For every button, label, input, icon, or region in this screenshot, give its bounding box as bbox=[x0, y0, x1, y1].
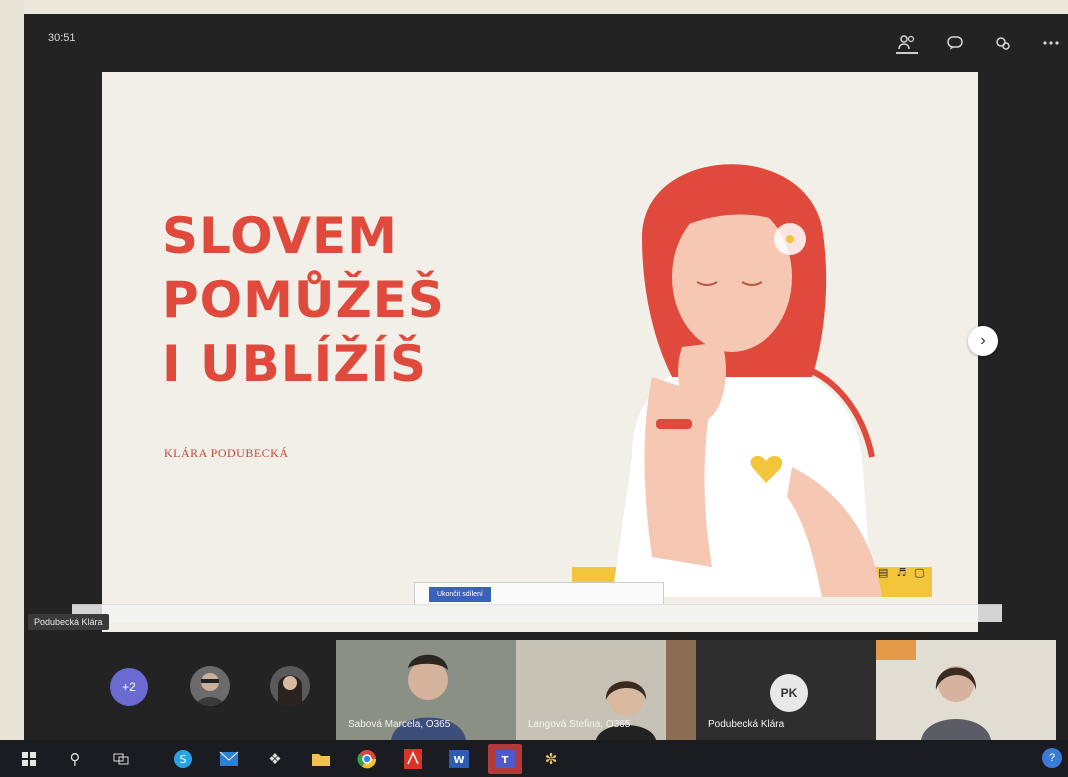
slide-title-line-2: POMŮŽEŠ bbox=[162, 271, 445, 329]
file-explorer-icon[interactable] bbox=[304, 744, 338, 774]
reactions-icon[interactable] bbox=[992, 32, 1014, 54]
participant-video-tile[interactable]: Langová Stefina, O365 bbox=[516, 640, 696, 740]
teams-meeting-window: 30:51 SLOVEM POMŮŽEŠ I UBLÍŽÍŠ KLÁRA POD… bbox=[24, 14, 1068, 744]
participant-name: Langová Stefina, O365 bbox=[528, 719, 631, 730]
help-icon[interactable]: ? bbox=[1042, 748, 1062, 768]
audio-icon[interactable]: ♬ bbox=[896, 566, 906, 579]
next-slide-button[interactable]: › bbox=[968, 326, 998, 356]
svg-text:S: S bbox=[180, 753, 187, 766]
windows-icon[interactable] bbox=[12, 744, 46, 774]
paint-icon[interactable]: ✼ bbox=[534, 744, 568, 774]
participant-avatar[interactable] bbox=[190, 666, 230, 706]
participant-initials-avatar: PK bbox=[770, 674, 808, 712]
fullscreen-icon[interactable]: ▢ bbox=[914, 566, 924, 579]
call-timer: 30:51 bbox=[48, 32, 76, 44]
participants-icon[interactable] bbox=[896, 32, 918, 54]
slide-title-line-3: I UBLÍŽÍŠ bbox=[162, 335, 428, 393]
mail-icon[interactable] bbox=[212, 744, 246, 774]
participant-name: Sabová Marcela, O365 bbox=[348, 719, 451, 730]
sharing-toolbar: Ukončit sdílení bbox=[414, 582, 664, 606]
presenter-name-tag: Podubecká Klára bbox=[28, 614, 109, 630]
chat-icon[interactable] bbox=[944, 32, 966, 54]
more-icon[interactable] bbox=[1040, 32, 1062, 54]
participant-tile[interactable]: PK Podubecká Klára bbox=[696, 640, 876, 740]
participants-strip: +2 Sabová Marcela, O365 Langová Stefina,… bbox=[24, 640, 1068, 740]
captions-icon[interactable]: ▤ bbox=[878, 566, 888, 579]
chevron-right-icon: › bbox=[980, 332, 986, 349]
photo-background-left bbox=[0, 0, 24, 777]
word-icon[interactable]: W bbox=[442, 744, 476, 774]
participant-video-tile[interactable] bbox=[876, 640, 1056, 740]
header-controls bbox=[896, 32, 1062, 54]
skype-icon[interactable]: S bbox=[166, 744, 200, 774]
slide-title-line-1: SLOVEM bbox=[162, 207, 398, 265]
girl-illustration bbox=[572, 164, 932, 597]
call-header: 30:51 bbox=[24, 14, 1068, 72]
slide-author: KLÁRA PODUBECKÁ bbox=[164, 446, 289, 460]
sharing-status-text bbox=[421, 591, 423, 598]
chrome-icon[interactable] bbox=[350, 744, 384, 774]
shared-presentation-slide: SLOVEM POMŮŽEŠ I UBLÍŽÍŠ KLÁRA PODUBECKÁ bbox=[102, 72, 978, 632]
stop-sharing-button[interactable]: Ukončit sdílení bbox=[428, 586, 491, 602]
teams-icon[interactable]: T bbox=[488, 743, 522, 774]
participant-video-tile[interactable]: Sabová Marcela, O365 bbox=[336, 640, 516, 740]
task-view-icon[interactable] bbox=[104, 744, 138, 774]
caption-bar bbox=[72, 604, 1002, 622]
slide-title: SLOVEM POMŮŽEŠ I UBLÍŽÍŠ bbox=[162, 204, 445, 396]
dropbox-icon[interactable]: ❖ bbox=[258, 744, 292, 774]
participant-avatar[interactable] bbox=[270, 666, 310, 706]
acrobat-icon[interactable] bbox=[396, 744, 430, 774]
svg-text:T: T bbox=[502, 755, 509, 766]
windows-taskbar: ⚲ S ❖ W T ✼ ? bbox=[0, 740, 1068, 777]
presentation-tools: ▤ ♬ ▢ bbox=[878, 566, 925, 579]
search-icon[interactable]: ⚲ bbox=[58, 744, 92, 774]
more-participants-badge[interactable]: +2 bbox=[110, 668, 148, 706]
participant-name: Podubecká Klára bbox=[708, 719, 785, 730]
svg-text:W: W bbox=[453, 755, 464, 766]
